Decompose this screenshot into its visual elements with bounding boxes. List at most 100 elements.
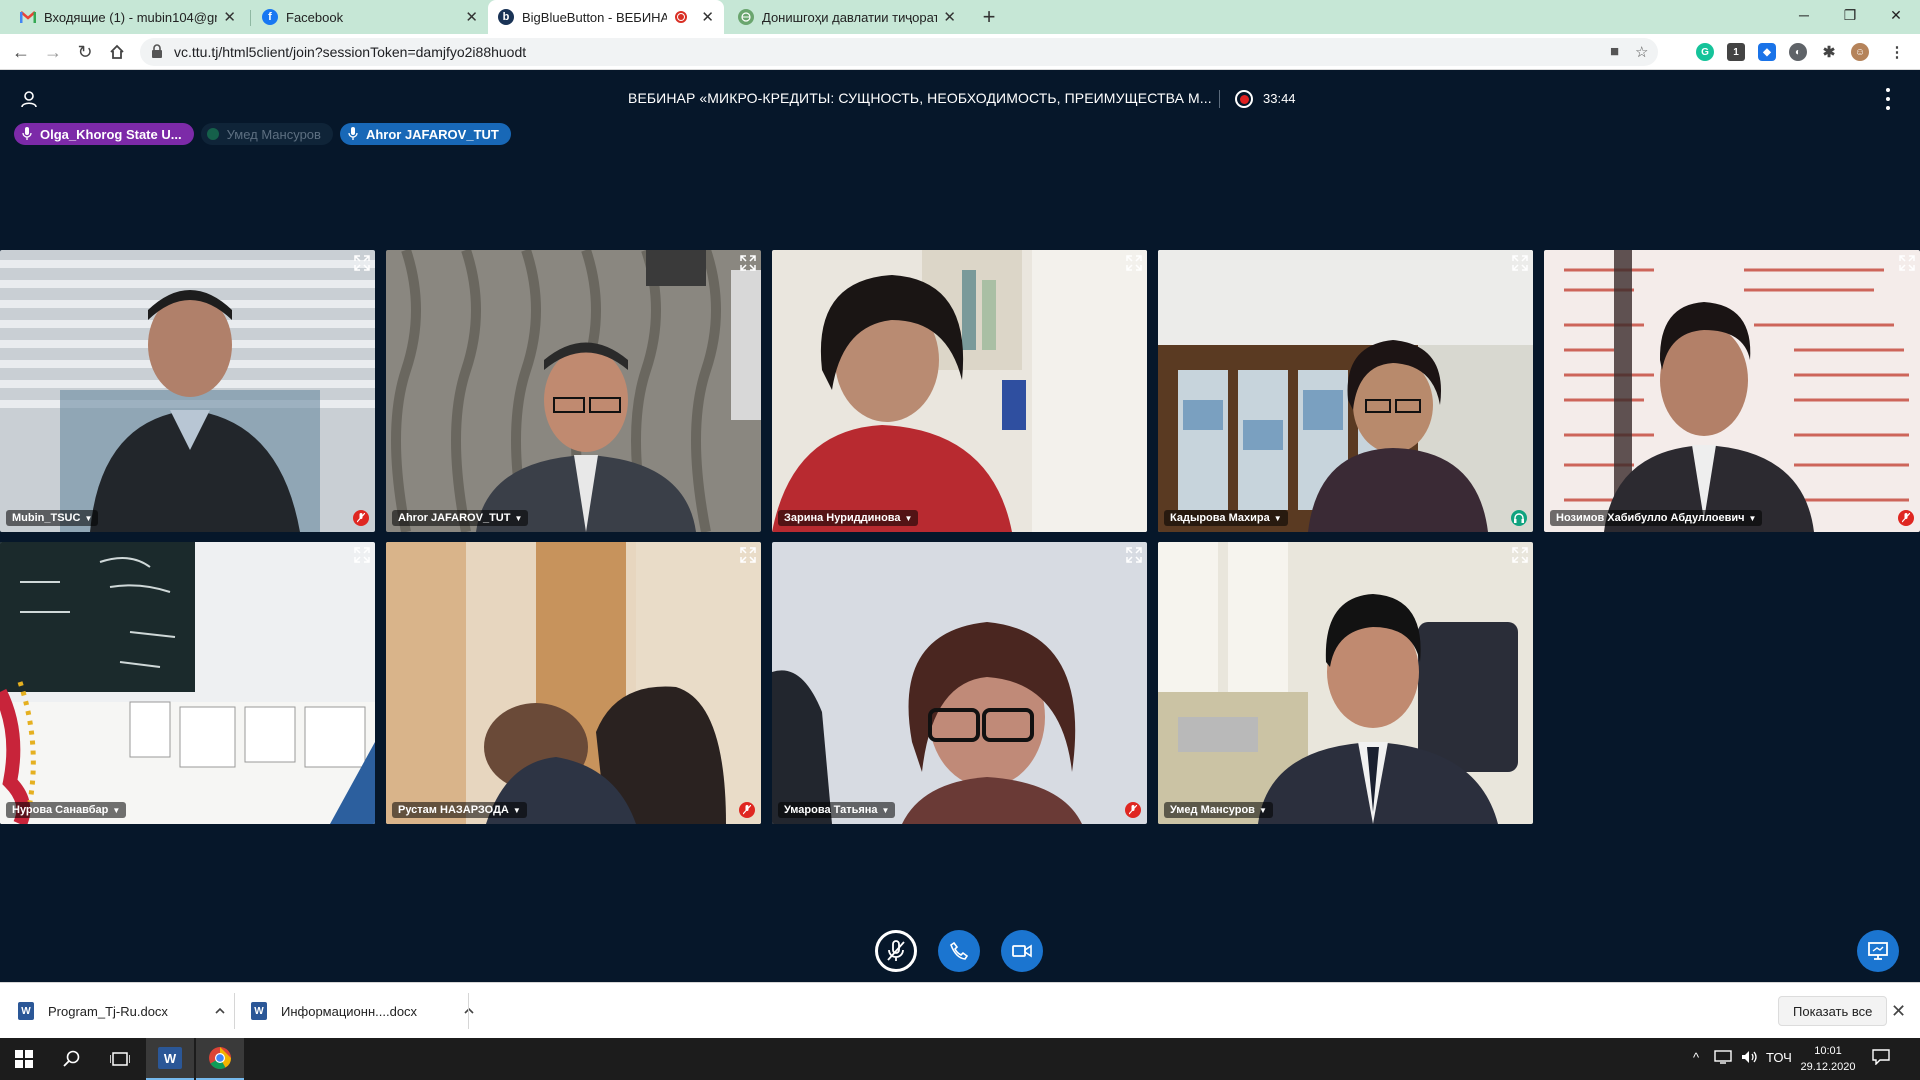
headphones-icon <box>1511 510 1527 526</box>
home-icon[interactable] <box>103 38 131 66</box>
notifications-icon[interactable] <box>1872 1049 1890 1068</box>
fullscreen-icon[interactable] <box>1898 254 1916 272</box>
dark-mode-extension-icon[interactable]: ◐ <box>1789 43 1807 61</box>
user-name-label[interactable]: Кадырова Махира ▼ <box>1164 510 1288 526</box>
chrome-icon <box>209 1047 231 1069</box>
recording-icon[interactable] <box>1235 90 1253 108</box>
chevron-up-icon[interactable] <box>463 1005 475 1017</box>
reload-icon[interactable]: ↻ <box>71 38 99 66</box>
tab-gmail[interactable]: Входящие (1) - mubin104@gmai ✕ <box>10 0 246 34</box>
webcam-video <box>386 250 761 532</box>
user-name-label[interactable]: Зарина Нуриддинова ▼ <box>778 510 919 526</box>
share-webcam-button[interactable] <box>1001 930 1043 972</box>
user-name-label[interactable]: Умед Мансуров ▼ <box>1164 802 1273 818</box>
back-icon[interactable]: ← <box>7 38 35 66</box>
start-button[interactable] <box>0 1038 48 1080</box>
volume-icon[interactable] <box>1741 1050 1759 1067</box>
user-name-label[interactable]: Нозимов Хабибулло Абдуллоевич ▼ <box>1550 510 1763 526</box>
video-tile[interactable]: Ahror JAFAROV_TUT ▼ <box>386 250 761 532</box>
muted-mic-icon <box>1125 802 1141 818</box>
input-language-indicator[interactable]: ТОЧ <box>1766 1050 1792 1065</box>
fullscreen-icon[interactable] <box>739 254 757 272</box>
close-tab-icon[interactable]: ✕ <box>701 8 714 26</box>
word-icon: W <box>158 1047 182 1069</box>
user-name-label[interactable]: Нурова Санавбар ▼ <box>6 802 127 818</box>
video-tile[interactable]: Умарова Татьяна ▼ <box>772 542 1147 824</box>
url-text[interactable]: vc.ttu.tj/html5client/join?sessionToken=… <box>174 44 526 60</box>
muted-microphone-icon <box>887 940 905 961</box>
minimize-window-button[interactable]: ─ <box>1781 0 1827 30</box>
talker-olga[interactable]: Olga_Khorog State U... <box>14 123 194 145</box>
restore-window-button[interactable]: ❐ <box>1827 0 1873 30</box>
user-name-label[interactable]: Mubin_TSUC ▼ <box>6 510 99 526</box>
address-bar[interactable]: vc.ttu.tj/html5client/join?sessionToken=… <box>140 38 1658 66</box>
tab-facebook[interactable]: f Facebook ✕ <box>252 0 488 34</box>
show-all-downloads-button[interactable]: Показать все <box>1778 996 1888 1026</box>
taskbar-chrome[interactable] <box>196 1038 244 1080</box>
video-tile[interactable]: Кадырова Махира ▼ <box>1158 250 1533 532</box>
taskbar-word[interactable]: W <box>146 1038 194 1080</box>
download-item[interactable]: W Program_Tj-Ru.docx <box>18 983 226 1039</box>
network-icon[interactable] <box>1714 1050 1732 1067</box>
chevron-up-icon[interactable] <box>214 1005 226 1017</box>
tab-bigbluebutton[interactable]: b BigBlueButton - ВЕБИНАР ✕ <box>488 0 724 34</box>
user-name-label[interactable]: Умарова Татьяна ▼ <box>778 802 896 818</box>
presentation-button[interactable] <box>1857 930 1899 972</box>
system-clock[interactable]: 10:01 29.12.2020 <box>1800 1043 1856 1075</box>
video-tile[interactable]: Рустам НАЗАРЗОДА ▼ <box>386 542 761 824</box>
leave-audio-button[interactable] <box>938 930 980 972</box>
users-list-icon[interactable] <box>20 90 38 108</box>
user-name-label[interactable]: Ahror JAFAROV_TUT ▼ <box>392 510 529 526</box>
extension-badge-icon[interactable]: 1 <box>1727 43 1745 61</box>
download-item[interactable]: W Информационн....docx <box>251 983 475 1039</box>
close-download-shelf-icon[interactable]: ✕ <box>1891 1001 1906 1022</box>
close-tab-icon[interactable]: ✕ <box>943 8 956 26</box>
fullscreen-icon[interactable] <box>1511 546 1529 564</box>
tab-title: Facebook <box>286 9 344 25</box>
talker-name: Умед Мансуров <box>226 126 321 142</box>
video-tile[interactable]: Нурова Санавбар ▼ <box>0 542 375 824</box>
close-tab-icon[interactable]: ✕ <box>223 8 236 26</box>
video-tile[interactable]: Зарина Нуриддинова ▼ <box>772 250 1147 532</box>
bookmark-star-icon[interactable]: ☆ <box>1635 43 1648 61</box>
fullscreen-icon[interactable] <box>739 546 757 564</box>
user-name: Зарина Нуриддинова <box>784 512 901 524</box>
options-menu-icon[interactable] <box>1884 88 1892 110</box>
show-hidden-icons[interactable]: ^ <box>1693 1050 1699 1065</box>
muted-mic-icon <box>1898 510 1914 526</box>
user-name-label[interactable]: Рустам НАЗАРЗОДА ▼ <box>392 802 527 818</box>
forward-icon[interactable]: → <box>39 38 67 66</box>
recording-indicator-icon <box>675 11 688 23</box>
browser-tab-strip: Входящие (1) - mubin104@gmai ✕ f Faceboo… <box>0 0 1920 34</box>
lock-icon[interactable] <box>152 44 162 58</box>
video-tile[interactable]: Mubin_TSUC ▼ <box>0 250 375 532</box>
new-tab-button[interactable]: + <box>976 4 1002 30</box>
fullscreen-icon[interactable] <box>1125 254 1143 272</box>
unmute-microphone-button[interactable] <box>875 930 917 972</box>
talker-ahror[interactable]: Ahror JAFAROV_TUT <box>339 123 511 145</box>
search-button[interactable] <box>48 1038 96 1080</box>
talker-name: Ahror JAFAROV_TUT <box>365 126 499 142</box>
fullscreen-icon[interactable] <box>1125 546 1143 564</box>
profile-avatar[interactable]: ☺ <box>1851 43 1869 61</box>
task-view-button[interactable] <box>96 1038 144 1080</box>
download-filename: Информационн....docx <box>281 1003 418 1019</box>
shield-extension-icon[interactable]: ◆ <box>1758 43 1776 61</box>
tab-university[interactable]: Донишгоҳи давлатии тиҷорати ✕ <box>728 0 966 34</box>
camera-in-use-icon[interactable]: ■ <box>1610 43 1619 60</box>
chevron-down-icon: ▼ <box>84 513 93 523</box>
close-tab-icon[interactable]: ✕ <box>465 8 478 26</box>
talker-umed[interactable]: Умед Мансуров <box>200 123 333 145</box>
close-window-button[interactable]: ✕ <box>1873 0 1919 30</box>
fullscreen-icon[interactable] <box>353 546 371 564</box>
fullscreen-icon[interactable] <box>353 254 371 272</box>
grammarly-extension-icon[interactable]: G <box>1696 43 1714 61</box>
chevron-down-icon: ▼ <box>512 805 521 815</box>
fullscreen-icon[interactable] <box>1511 254 1529 272</box>
chrome-menu-icon[interactable]: ⋮ <box>1888 43 1906 61</box>
video-tile[interactable]: Умед Мансуров ▼ <box>1158 542 1533 824</box>
extensions-puzzle-icon[interactable]: ✱ <box>1820 43 1838 61</box>
phone-icon <box>950 942 968 960</box>
video-tile[interactable]: Нозимов Хабибулло Абдуллоевич ▼ <box>1544 250 1920 532</box>
webcam-video <box>1158 250 1533 532</box>
